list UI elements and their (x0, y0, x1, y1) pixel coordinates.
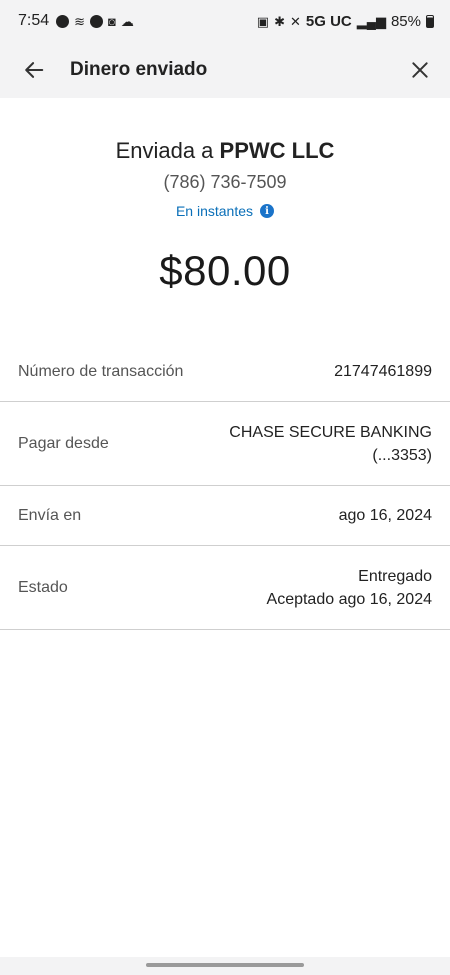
detail-value-line: 21747461899 (334, 363, 432, 380)
detail-label: Número de transacción (18, 362, 184, 380)
detail-value-line: CHASE SECURE BANKING (229, 423, 432, 441)
signal-bars-icon: ▂▄▆ (356, 13, 386, 29)
recipient-line: Enviada a PPWC LLC (0, 138, 450, 164)
signal-waves-icon: ≋ (74, 13, 86, 29)
cloud-icon: ☁ (120, 13, 134, 29)
delivery-speed-label: En instantes (175, 203, 254, 219)
detail-value: 21747461899 (334, 360, 432, 383)
status-left: 7:54 ≋ ◙ ☁ (18, 12, 134, 30)
status-time: 7:54 (18, 12, 50, 29)
detail-value-line: Entregado (358, 567, 432, 585)
detail-label: Estado (18, 578, 68, 596)
delivery-speed[interactable]: En instantes i (175, 203, 275, 219)
detail-value: CHASE SECURE BANKING (...3353) (229, 421, 432, 467)
battery-percent: 85% (390, 12, 421, 30)
detail-row-status: Estado Entregado Aceptado ago 16, 2024 (0, 545, 450, 629)
payment-amount: $80.00 (159, 247, 291, 294)
network-type: 5G UC (305, 12, 352, 30)
transaction-details: Número de transacción 21747461899 Pagar … (0, 342, 450, 630)
app-bar: Dinero enviado (0, 42, 450, 98)
detail-value-line: (...3353) (372, 446, 432, 464)
close-icon (412, 62, 428, 78)
detail-label: Pagar desde (18, 434, 109, 452)
payment-summary: Enviada a PPWC LLC (786) 736-7509 En ins… (0, 98, 450, 295)
status-bar: 7:54 ≋ ◙ ☁ ▣ ✱ ✕ 5G UC ▂▄▆ 85% (0, 0, 450, 42)
detail-row-send-on: Envía en ago 16, 2024 (0, 485, 450, 545)
recipient-name: PPWC LLC (219, 138, 335, 163)
home-gesture-handle[interactable] (146, 963, 304, 967)
status-right: ▣ ✱ ✕ 5G UC ▂▄▆ 85% (257, 13, 434, 30)
lock-badge-icon: ▣ (256, 13, 270, 29)
mute-icon: ✕ (290, 13, 301, 29)
app-notification-icon (56, 14, 70, 28)
instagram-icon: ◙ (108, 13, 116, 29)
info-icon[interactable]: i (260, 204, 275, 218)
detail-row-transaction-number: Número de transacción 21747461899 (0, 342, 450, 401)
sent-to-prefix: Enviada a (115, 138, 214, 163)
detail-value: ago 16, 2024 (339, 504, 432, 527)
battery-icon (426, 14, 434, 28)
top-area: 7:54 ≋ ◙ ☁ ▣ ✱ ✕ 5G UC ▂▄▆ 85% Dinero en… (0, 0, 450, 98)
detail-value: Entregado Aceptado ago 16, 2024 (267, 565, 432, 611)
recipient-phone: (786) 736-7509 (163, 172, 287, 192)
page-title: Dinero enviado (70, 59, 208, 80)
bluetooth-icon: ✱ (274, 13, 285, 29)
detail-label: Envía en (18, 506, 82, 524)
back-button[interactable] (20, 56, 48, 84)
detail-row-pay-from: Pagar desde CHASE SECURE BANKING (...335… (0, 401, 450, 485)
detail-value-line: Aceptado ago 16, 2024 (266, 590, 432, 608)
detail-value-line: ago 16, 2024 (338, 507, 432, 524)
arrow-left-icon (25, 62, 44, 78)
close-button[interactable] (406, 56, 434, 84)
spotify-icon (90, 14, 104, 28)
